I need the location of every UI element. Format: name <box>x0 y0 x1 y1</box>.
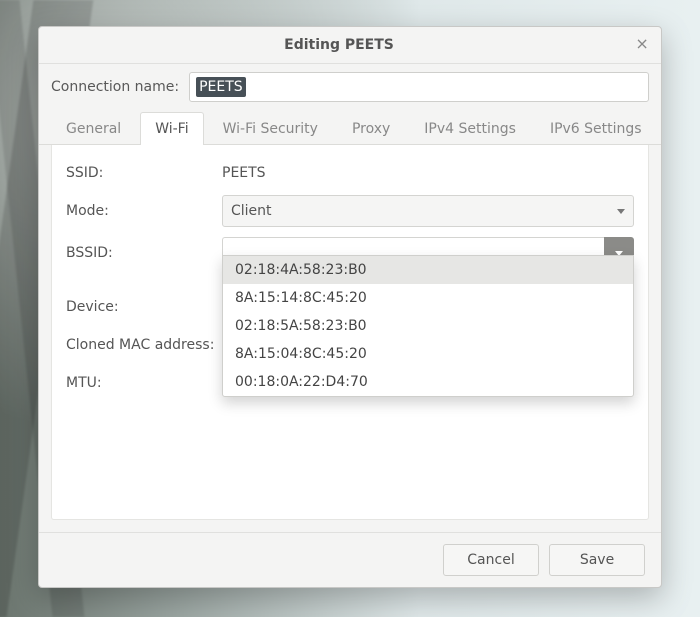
mode-value: Client <box>231 203 272 219</box>
tab-ipv6-settings[interactable]: IPv6 Settings <box>535 112 657 145</box>
bssid-option[interactable]: 8A:15:04:8C:45:20 <box>223 340 633 368</box>
ssid-label: SSID: <box>66 165 222 181</box>
network-editor-dialog: Editing PEETS × Connection name: PEETS G… <box>38 26 662 588</box>
tab-bar: General Wi-Fi Wi-Fi Security Proxy IPv4 … <box>39 112 661 145</box>
connection-name-row: Connection name: PEETS <box>39 64 661 112</box>
cloned-mac-label: Cloned MAC address: <box>66 337 222 353</box>
dialog-title: Editing PEETS <box>284 37 394 53</box>
cancel-button[interactable]: Cancel <box>443 544 539 576</box>
titlebar: Editing PEETS × <box>39 27 661 64</box>
mode-row: Mode: Client <box>66 195 634 227</box>
close-button[interactable]: × <box>631 34 653 56</box>
bssid-option[interactable]: 8A:15:14:8C:45:20 <box>223 284 633 312</box>
chevron-down-icon <box>617 209 625 214</box>
bssid-dropdown[interactable]: 02:18:4A:58:23:B0 8A:15:14:8C:45:20 02:1… <box>222 255 634 397</box>
mode-label: Mode: <box>66 203 222 219</box>
wifi-panel: SSID: PEETS Mode: Client BSSID: Device <box>51 145 649 520</box>
connection-name-label: Connection name: <box>51 79 179 95</box>
ssid-value: PEETS <box>222 161 634 185</box>
bssid-option[interactable]: 00:18:0A:22:D4:70 <box>223 368 633 396</box>
device-label: Device: <box>66 299 222 315</box>
tab-wifi-security[interactable]: Wi-Fi Security <box>208 112 333 145</box>
bssid-label: BSSID: <box>66 245 222 261</box>
ssid-row: SSID: PEETS <box>66 157 634 189</box>
tab-proxy[interactable]: Proxy <box>337 112 405 145</box>
bssid-option[interactable]: 02:18:4A:58:23:B0 <box>223 256 633 284</box>
connection-name-input[interactable]: PEETS <box>189 72 649 102</box>
tab-wifi[interactable]: Wi-Fi <box>140 112 203 145</box>
tab-ipv4-settings[interactable]: IPv4 Settings <box>409 112 531 145</box>
connection-name-value: PEETS <box>196 77 246 97</box>
save-button[interactable]: Save <box>549 544 645 576</box>
tab-general[interactable]: General <box>51 112 136 145</box>
mtu-label: MTU: <box>66 375 222 391</box>
bssid-option[interactable]: 02:18:5A:58:23:B0 <box>223 312 633 340</box>
mode-combo[interactable]: Client <box>222 195 634 227</box>
dialog-footer: Cancel Save <box>39 532 661 587</box>
